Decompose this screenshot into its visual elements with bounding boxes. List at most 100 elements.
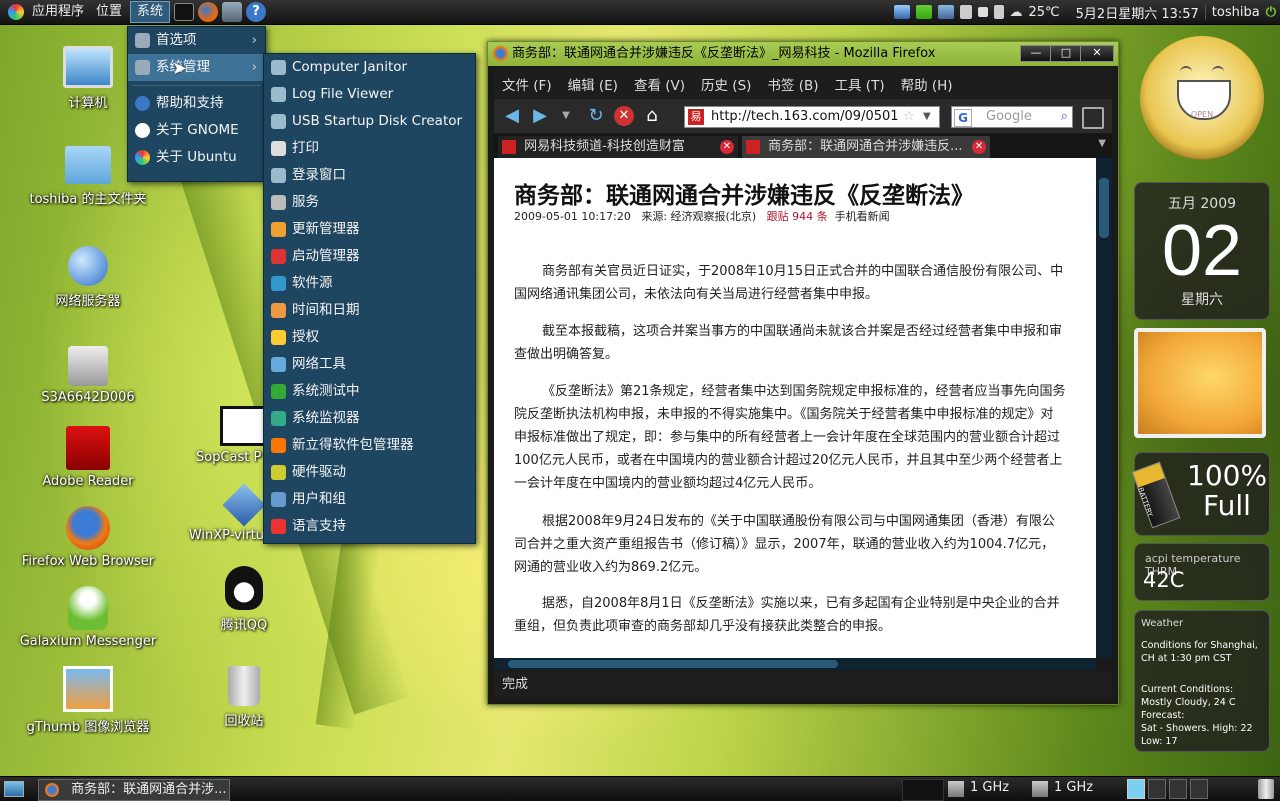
minimize-button[interactable]: —	[1020, 45, 1052, 62]
tab-article[interactable]: 商务部：联通网通合并涉嫌违反... ✕	[742, 136, 990, 158]
close-tab-icon[interactable]: ✕	[972, 140, 986, 154]
firefox-launcher-icon[interactable]	[198, 2, 218, 22]
admin-item-computer-janitor[interactable]: Computer Janitor	[264, 54, 475, 81]
wireless-icon[interactable]	[916, 5, 932, 19]
ubuntu-logo-icon[interactable]	[8, 4, 24, 20]
calendar-widget[interactable]: 五月 2009 02 星期六	[1134, 182, 1270, 320]
menu-tools[interactable]: 工具 (T)	[835, 74, 885, 94]
desktop-icon-sopcast[interactable]: SopCast P	[172, 406, 262, 465]
stop-button-icon[interactable]: ✕	[614, 106, 634, 126]
desktop-icon-trash[interactable]: 回收站	[174, 666, 314, 729]
show-desktop-icon[interactable]	[4, 781, 24, 797]
email-launcher-icon[interactable]	[222, 2, 242, 22]
system-monitor-graph[interactable]	[902, 779, 944, 801]
weather-icon[interactable]: ☁	[1010, 5, 1023, 20]
menu-bookmarks[interactable]: 书签 (B)	[767, 74, 818, 94]
cpu-frequency-1[interactable]: 1 GHz	[970, 780, 1009, 795]
menu-view[interactable]: 查看 (V)	[634, 74, 685, 94]
scrollbar-thumb[interactable]	[508, 660, 838, 668]
comments-link[interactable]: 跟贴 944 条	[767, 210, 828, 223]
bookmark-star-icon[interactable]: ☆	[903, 107, 915, 127]
google-engine-icon[interactable]: G	[954, 109, 972, 127]
admin-item-printing[interactable]: 打印	[264, 135, 475, 162]
desktop-icon-network[interactable]: 网络服务器	[18, 246, 158, 309]
menu-places[interactable]: 位置	[90, 0, 128, 24]
panel-clock[interactable]: 5月2日星期六 13:57	[1076, 3, 1199, 22]
admin-item-system-testing[interactable]: 系统测试中	[264, 378, 475, 405]
network-monitor-icon[interactable]	[894, 5, 910, 19]
mobile-news-link[interactable]: 手机看新闻	[835, 210, 890, 223]
menu-file[interactable]: 文件 (F)	[502, 74, 552, 94]
admin-item-language-support[interactable]: 语言支持	[264, 513, 475, 540]
menu-item-preferences[interactable]: 首选项›	[128, 27, 265, 54]
admin-item-startup-manager[interactable]: 启动管理器	[264, 243, 475, 270]
workspace-switcher[interactable]	[1148, 779, 1166, 799]
menu-item-help[interactable]: 帮助和支持	[128, 90, 265, 117]
workspace-switcher[interactable]	[1169, 779, 1187, 799]
admin-item-synaptic[interactable]: 新立得软件包管理器	[264, 432, 475, 459]
battery-icon[interactable]	[978, 7, 988, 17]
horizontal-scrollbar[interactable]	[494, 658, 1096, 670]
workspace-switcher-active[interactable]	[1127, 779, 1145, 799]
admin-item-log-file-viewer[interactable]: Log File Viewer	[264, 81, 475, 108]
help-icon[interactable]: ?	[246, 2, 266, 22]
tab-overview-icon[interactable]	[1082, 107, 1104, 129]
firefox-titlebar[interactable]: 商务部：联通网通合并涉嫌违反《反垄断法》_网易科技 - Mozilla Fire…	[488, 42, 1118, 66]
vertical-scrollbar[interactable]	[1096, 158, 1112, 658]
desktop-icon-drive[interactable]: S3A6642D006	[18, 346, 158, 405]
workspace-switcher[interactable]	[1190, 779, 1208, 799]
menu-applications[interactable]: 应用程序	[26, 0, 90, 24]
photo-frame-widget[interactable]	[1134, 328, 1266, 438]
admin-item-hardware-drivers[interactable]: 硬件驱动	[264, 459, 475, 486]
reload-button-icon[interactable]: ↻	[586, 106, 606, 126]
menu-history[interactable]: 历史 (S)	[701, 74, 751, 94]
clock-widget[interactable]: OPEN	[1140, 36, 1264, 160]
home-button-icon[interactable]: ⌂	[642, 106, 662, 126]
history-dropdown-icon[interactable]: ▼	[556, 106, 576, 126]
temperature-widget[interactable]: acpi temperature THRM 42C	[1134, 543, 1270, 601]
search-icon[interactable]: ⌕	[1061, 107, 1068, 127]
cpu-frequency-2[interactable]: 1 GHz	[1054, 780, 1093, 795]
desktop-icon-gthumb[interactable]: gThumb 图像浏览器	[18, 666, 158, 735]
menu-system[interactable]: 系统	[130, 1, 170, 23]
admin-item-usb-startup-disk-creator[interactable]: USB Startup Disk Creator	[264, 108, 475, 135]
terminal-launcher-icon[interactable]	[174, 3, 194, 21]
keyboard-icon[interactable]	[960, 5, 972, 19]
admin-item-users-and-groups[interactable]: 用户和组	[264, 486, 475, 513]
menu-item-about-gnome[interactable]: 关于 GNOME	[128, 117, 265, 144]
admin-item-software-sources[interactable]: 软件源	[264, 270, 475, 297]
admin-item-system-monitor[interactable]: 系统监视器	[264, 405, 475, 432]
admin-item-login-window[interactable]: 登录窗口	[264, 162, 475, 189]
shutdown-icon[interactable]: ⏻	[1266, 5, 1276, 20]
search-bar[interactable]: G Google ⌕	[951, 106, 1073, 128]
trash-applet-icon[interactable]	[1258, 779, 1274, 799]
admin-item-time-and-date[interactable]: 时间和日期	[264, 297, 475, 324]
back-button-icon[interactable]: ◀	[502, 106, 522, 126]
desktop-icon-qq[interactable]: 腾讯QQ	[174, 566, 314, 633]
forward-button-icon[interactable]: ▶	[530, 106, 550, 126]
screen-icon[interactable]	[938, 5, 954, 19]
close-window-button[interactable]: ✕	[1080, 45, 1114, 62]
desktop-icon-adobe-reader[interactable]: Adobe Reader	[18, 426, 158, 489]
panel-user[interactable]: toshiba	[1205, 5, 1260, 20]
menu-item-about-ubuntu[interactable]: 关于 Ubuntu	[128, 144, 265, 171]
admin-item-update-manager[interactable]: 更新管理器	[264, 216, 475, 243]
desktop-icon-firefox[interactable]: Firefox Web Browser	[18, 506, 158, 569]
desktop-icon-galaxium[interactable]: Galaxium Messenger	[18, 586, 158, 649]
url-dropdown-icon[interactable]: ▼	[923, 107, 931, 127]
volume-icon[interactable]	[994, 5, 1004, 19]
maximize-button[interactable]: □	[1050, 45, 1082, 62]
admin-item-network-tools[interactable]: 网络工具	[264, 351, 475, 378]
admin-item-authorizations[interactable]: 授权	[264, 324, 475, 351]
close-tab-icon[interactable]: ✕	[720, 140, 734, 154]
tab-list-icon[interactable]: ▼	[1098, 138, 1106, 149]
admin-item-services[interactable]: 服务	[264, 189, 475, 216]
menu-item-administration[interactable]: 系统管理›	[128, 54, 265, 81]
taskbar-window-button[interactable]: 商务部：联通网通合并涉...	[38, 779, 230, 801]
battery-widget[interactable]: BATTERY 100% Full	[1134, 452, 1270, 536]
weather-widget[interactable]: Weather Conditions for Shanghai, CH at 1…	[1134, 610, 1270, 752]
url-bar[interactable]: 易 http://tech.163.com/09/0501 ☆ ▼	[684, 106, 940, 128]
menu-help[interactable]: 帮助 (H)	[901, 74, 953, 94]
menu-edit[interactable]: 编辑 (E)	[568, 74, 618, 94]
scrollbar-thumb[interactable]	[1099, 178, 1109, 238]
